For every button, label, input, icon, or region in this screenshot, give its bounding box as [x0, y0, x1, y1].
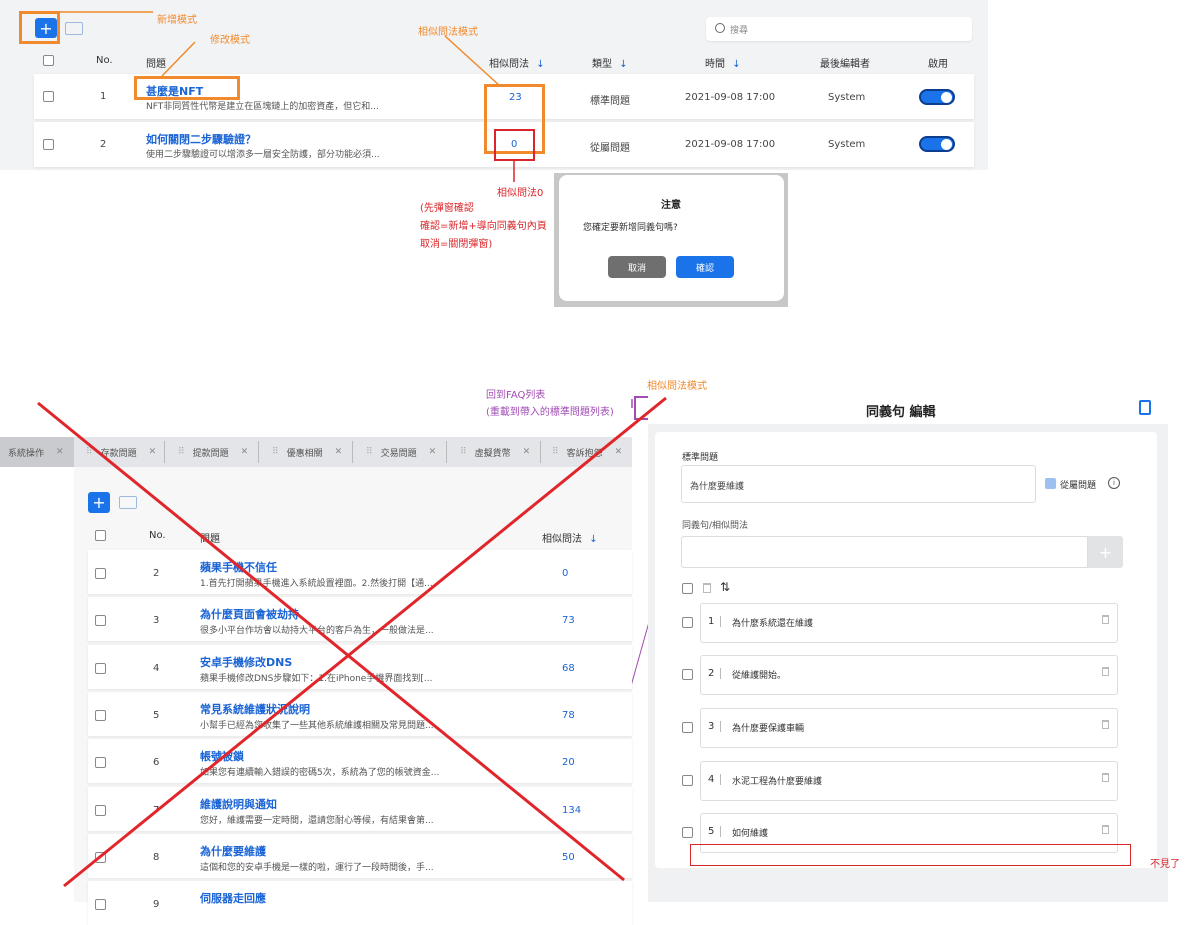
cross-out-mark	[37, 396, 667, 888]
